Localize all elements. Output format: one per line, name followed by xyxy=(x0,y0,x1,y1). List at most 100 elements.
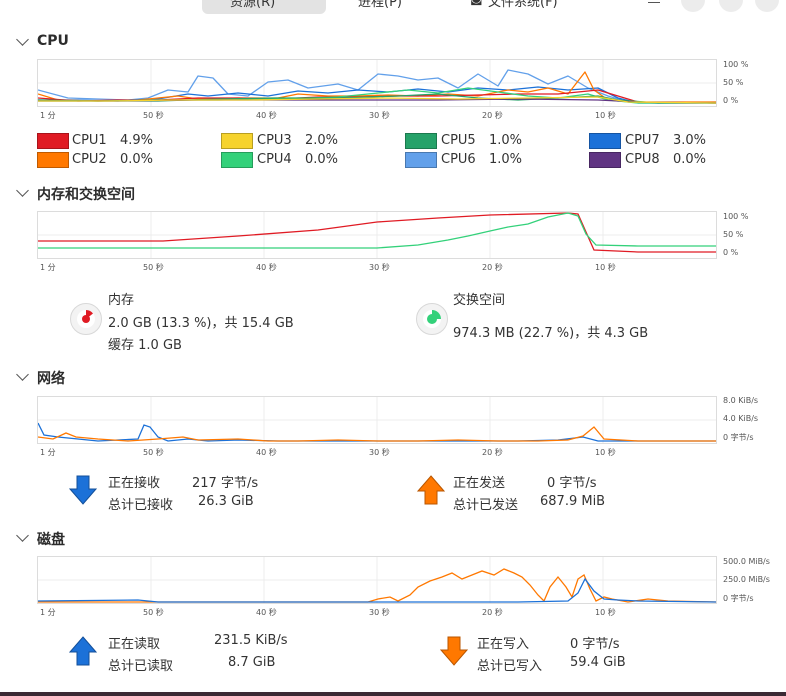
cpu1-label: CPU1 xyxy=(72,133,107,148)
memory-history-graph xyxy=(37,211,717,259)
cpu-ytick-0: 0 % xyxy=(723,96,739,105)
cpu3-label: CPU3 xyxy=(257,133,292,148)
cpu8-value: 0.0% xyxy=(673,152,707,167)
network-ytick-top: 8.0 KiB/s xyxy=(723,396,759,405)
network-xtick: 1 分 xyxy=(40,448,56,457)
sending-value: 0 字节/s xyxy=(547,476,597,491)
network-ytick-mid: 4.0 KiB/s xyxy=(723,414,759,423)
cpu2-label: CPU2 xyxy=(72,152,107,167)
memory-xtick: 10 秒 xyxy=(595,263,616,272)
swap-detail: 974.3 MB (22.7 %)，共 4.3 GB xyxy=(453,326,649,341)
cpu3-color-swatch[interactable] xyxy=(221,133,253,149)
tab-resources-label: 资源(R) xyxy=(230,0,276,10)
disk-collapse-chevron-icon[interactable] xyxy=(16,529,29,542)
cpu6-label: CPU6 xyxy=(441,152,476,167)
disk-ytick-zero: 0 字节/s xyxy=(723,594,754,603)
cpu7-label: CPU7 xyxy=(625,133,660,148)
disk-read-arrow-up-icon[interactable] xyxy=(69,636,97,666)
cpu-section-title: CPU xyxy=(37,33,69,49)
minimize-button[interactable] xyxy=(681,0,705,12)
cpu4-value: 0.0% xyxy=(305,152,339,167)
writing-label: 正在写入 xyxy=(477,637,530,652)
tab-processes[interactable]: 进程(P) xyxy=(358,0,402,10)
total-read-value: 8.7 GiB xyxy=(228,655,276,670)
close-button[interactable] xyxy=(755,0,779,12)
network-ytick-zero: 0 字节/s xyxy=(723,433,754,442)
cpu-ytick-100: 100 % xyxy=(723,60,749,69)
cpu5-color-swatch[interactable] xyxy=(405,133,437,149)
memory-xtick: 1 分 xyxy=(40,263,56,272)
cpu-history-graph xyxy=(37,59,717,107)
cpu-ytick-50: 50 % xyxy=(723,78,744,87)
cpu-xtick: 40 秒 xyxy=(256,111,277,120)
memory-usage-pie-icon[interactable] xyxy=(70,303,102,335)
total-read-label: 总计已读取 xyxy=(108,659,174,674)
network-xtick: 20 秒 xyxy=(482,448,503,457)
cpu6-value: 1.0% xyxy=(489,152,523,167)
cpu2-value: 0.0% xyxy=(120,152,154,167)
network-xtick: 30 秒 xyxy=(369,448,390,457)
disk-ytick-mid: 250.0 MiB/s xyxy=(723,575,770,584)
total-received-value: 26.3 GiB xyxy=(198,494,254,509)
cpu8-color-swatch[interactable] xyxy=(589,152,621,168)
cpu7-color-swatch[interactable] xyxy=(589,133,621,149)
network-section-title: 网络 xyxy=(37,371,65,387)
network-xtick: 40 秒 xyxy=(256,448,277,457)
total-sent-value: 687.9 MiB xyxy=(540,494,606,509)
total-written-label: 总计已写入 xyxy=(477,659,543,674)
maximize-button[interactable] xyxy=(719,0,743,12)
memory-ytick-50: 50 % xyxy=(723,230,744,239)
cpu6-color-swatch[interactable] xyxy=(405,152,437,168)
cpu-collapse-chevron-icon[interactable] xyxy=(16,33,29,46)
receiving-arrow-down-icon[interactable] xyxy=(69,475,97,505)
cpu-xtick: 50 秒 xyxy=(143,111,164,120)
memory-ytick-0: 0 % xyxy=(723,248,739,257)
swap-usage-pie-icon[interactable] xyxy=(416,303,448,335)
memory-ytick-100: 100 % xyxy=(723,212,749,221)
cpu2-color-swatch[interactable] xyxy=(37,152,69,168)
disk-ytick-top: 500.0 MiB/s xyxy=(723,557,770,566)
memory-section-title: 内存和交换空间 xyxy=(37,187,135,203)
writing-value: 0 字节/s xyxy=(570,637,620,652)
cpu5-label: CPU5 xyxy=(441,133,476,148)
total-written-value: 59.4 GiB xyxy=(570,655,626,670)
disk-xtick: 50 秒 xyxy=(143,608,164,617)
memory-collapse-chevron-icon[interactable] xyxy=(16,184,29,197)
reading-value: 231.5 KiB/s xyxy=(214,633,288,648)
network-history-graph xyxy=(37,396,717,444)
network-collapse-chevron-icon[interactable] xyxy=(16,368,29,381)
sending-arrow-up-icon[interactable] xyxy=(417,475,445,505)
cpu1-color-swatch[interactable] xyxy=(37,133,69,149)
disk-xtick: 10 秒 xyxy=(595,608,616,617)
swap-label: 交换空间 xyxy=(453,293,506,308)
memory-xtick: 50 秒 xyxy=(143,263,164,272)
cpu4-label: CPU4 xyxy=(257,152,292,167)
disk-xtick: 1 分 xyxy=(40,608,56,617)
memory-cache: 缓存 1.0 GB xyxy=(108,338,182,353)
disk-write-arrow-down-icon[interactable] xyxy=(440,636,468,666)
window-bottom-edge xyxy=(0,692,786,696)
disk-xtick: 30 秒 xyxy=(369,608,390,617)
memory-xtick: 30 秒 xyxy=(369,263,390,272)
cpu-xtick: 1 分 xyxy=(40,111,56,120)
cpu-xtick: 30 秒 xyxy=(369,111,390,120)
network-xtick: 50 秒 xyxy=(143,448,164,457)
network-xtick: 10 秒 xyxy=(595,448,616,457)
cpu4-color-swatch[interactable] xyxy=(221,152,253,168)
memory-label: 内存 xyxy=(108,293,135,308)
memory-detail: 2.0 GB (13.3 %)，共 15.4 GB xyxy=(108,316,294,331)
menu-icon[interactable] xyxy=(648,0,660,3)
cpu7-value: 3.0% xyxy=(673,133,707,148)
reading-label: 正在读取 xyxy=(108,637,161,652)
tab-file-systems[interactable]: 文件系统(F) xyxy=(488,0,558,10)
sending-label: 正在发送 xyxy=(453,476,506,491)
cpu-xtick: 10 秒 xyxy=(595,111,616,120)
receiving-value: 217 字节/s xyxy=(192,476,259,491)
disk-history-graph xyxy=(37,556,717,604)
total-received-label: 总计已接收 xyxy=(108,498,174,513)
file-system-icon: ◙ xyxy=(470,0,483,6)
receiving-label: 正在接收 xyxy=(108,476,161,491)
disk-xtick: 40 秒 xyxy=(256,608,277,617)
total-sent-label: 总计已发送 xyxy=(453,498,519,513)
disk-xtick: 20 秒 xyxy=(482,608,503,617)
